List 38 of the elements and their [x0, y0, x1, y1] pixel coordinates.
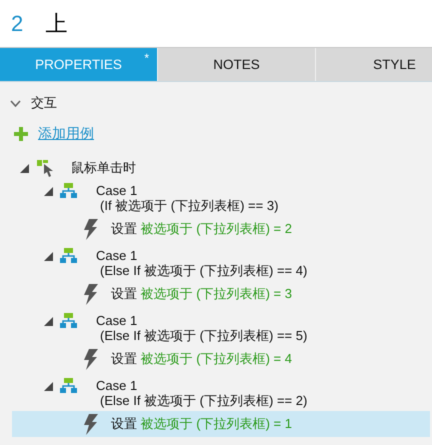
case-label[interactable]: Case 1 — [96, 183, 278, 198]
panel-tab[interactable]: STYLE — [316, 48, 432, 81]
action-text: 设置 被选项于 (下拉列表框) = 2 — [111, 220, 292, 238]
case-hierarchy-icon — [60, 313, 77, 328]
event-label[interactable]: 鼠标单击时 — [71, 159, 136, 177]
action-text: 设置 被选项于 (下拉列表框) = 4 — [111, 350, 292, 368]
expanded-triangle-icon[interactable] — [44, 382, 53, 391]
expanded-triangle-icon[interactable] — [44, 317, 53, 326]
case-hierarchy-icon — [60, 183, 77, 198]
case-condition: (Else If 被选项于 (下拉列表框) == 2) — [99, 393, 308, 409]
lightning-icon — [83, 284, 99, 304]
lightning-icon — [83, 348, 99, 370]
case-label[interactable]: Case 1 — [96, 378, 308, 393]
action-row[interactable]: 设置 被选项于 (下拉列表框) = 4 — [12, 346, 430, 372]
expanded-triangle-icon[interactable] — [44, 187, 53, 196]
action-text: 设置 被选项于 (下拉列表框) = 1 — [111, 415, 292, 433]
chevron-down-icon[interactable] — [10, 100, 21, 106]
page-number: 2 — [11, 10, 24, 36]
case-label[interactable]: Case 1 — [96, 248, 308, 263]
action-row[interactable]: 设置 被选项于 (下拉列表框) = 3 — [12, 281, 430, 307]
modified-mark: * — [144, 51, 149, 65]
section-title: 交互 — [31, 94, 57, 112]
action-row[interactable]: 设置 被选项于 (下拉列表框) = 1 — [12, 411, 430, 437]
action-row[interactable]: 设置 被选项于 (下拉列表框) = 2 — [12, 216, 430, 242]
case-label[interactable]: Case 1 — [96, 313, 308, 328]
action-text: 设置 被选项于 (下拉列表框) = 3 — [111, 285, 292, 303]
case-condition: (Else If 被选项于 (下拉列表框) == 5) — [99, 328, 308, 344]
case-hierarchy-icon — [60, 378, 77, 393]
expanded-triangle-icon[interactable] — [20, 164, 29, 172]
lightning-icon — [83, 218, 99, 240]
panel-tab[interactable]: NOTES — [158, 48, 316, 81]
cursor-click-icon — [37, 160, 55, 176]
page-title: 上 — [45, 10, 68, 38]
case-hierarchy-icon — [60, 248, 77, 263]
case-condition: (Else If 被选项于 (下拉列表框) == 4) — [99, 263, 308, 279]
lightning-icon — [83, 414, 99, 434]
expanded-triangle-icon[interactable] — [44, 252, 53, 261]
case-condition: (If 被选项于 (下拉列表框) == 3) — [99, 198, 278, 214]
